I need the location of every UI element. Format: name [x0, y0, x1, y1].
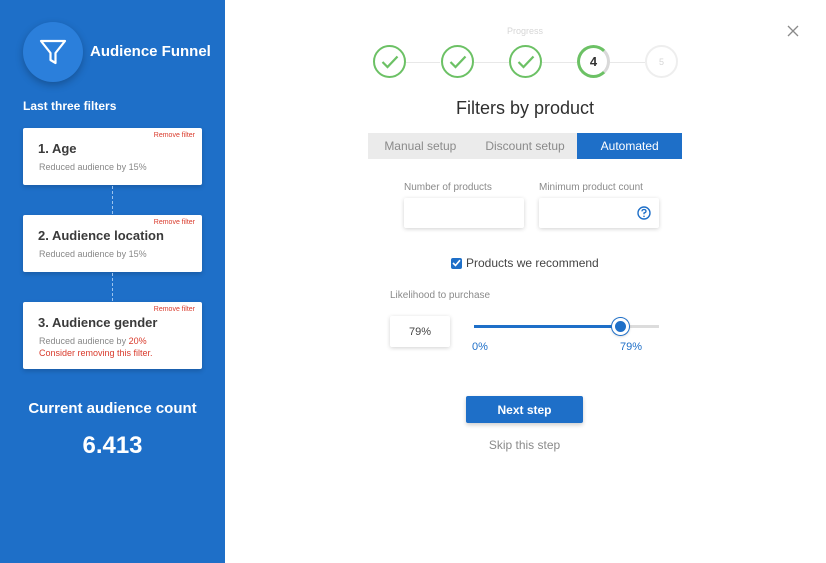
tab-discount-setup[interactable]: Discount setup: [473, 133, 578, 159]
app-title: Audience Funnel: [90, 43, 211, 60]
audience-count-label: Current audience count: [28, 400, 197, 417]
slider-max-label: 79%: [620, 341, 643, 353]
step-connector: [610, 62, 645, 63]
filter-title: 2. Audience location: [38, 228, 164, 243]
slider-min-label: 0%: [472, 341, 488, 353]
remove-filter-link[interactable]: Remove filter: [154, 132, 195, 139]
num-products-input[interactable]: [404, 198, 524, 228]
filter-desc-text: Reduced audience by: [39, 336, 129, 346]
remove-filter-link[interactable]: Remove filter: [154, 219, 195, 226]
skip-step-link[interactable]: Skip this step: [466, 438, 583, 452]
checkmark-icon: [452, 259, 461, 267]
progress-step-4: 4: [577, 45, 610, 78]
filter-desc-percent: 20%: [128, 336, 147, 346]
recommend-checkbox[interactable]: [451, 257, 462, 269]
slider-fill: [474, 325, 621, 328]
num-products-label: Number of products: [404, 182, 492, 193]
step-connector: [406, 62, 440, 63]
filter-description: Reduced audience by 15%: [39, 162, 147, 172]
filter-card-gender: Remove filter 3. Audience gender Reduced…: [23, 302, 202, 369]
progress-step-5: 5: [645, 45, 678, 78]
section-label: Last three filters: [23, 99, 117, 113]
recommend-checkbox-row[interactable]: Products we recommend: [451, 256, 599, 270]
tab-automated[interactable]: Automated: [577, 133, 683, 159]
filter-title: 1. Age: [38, 141, 77, 156]
check-icon: [449, 55, 466, 69]
likelihood-value-input[interactable]: 79%: [390, 316, 450, 347]
help-icon[interactable]: [637, 206, 651, 220]
filter-description: Reduced audience by 15%: [39, 249, 147, 259]
filter-card-age: Remove filter 1. Age Reduced audience by…: [23, 128, 202, 185]
filter-connector: [112, 273, 113, 301]
remove-filter-link[interactable]: Remove filter: [154, 306, 195, 313]
slider-thumb[interactable]: [612, 318, 630, 335]
recommend-checkbox-label: Products we recommend: [466, 256, 599, 270]
setup-tabs: Manual setup Discount setup Automated: [368, 133, 683, 159]
sidebar: Audience Funnel Last three filters Remov…: [0, 0, 225, 563]
step-connector: [542, 62, 577, 63]
filter-description: Reduced audience by 20% Consider removin…: [39, 335, 153, 359]
app-window: Audience Funnel Last three filters Remov…: [0, 0, 826, 563]
filter-connector: [112, 186, 113, 214]
audience-count-value: 6.413: [82, 432, 143, 459]
min-count-label: Minimum product count: [539, 182, 643, 193]
filter-title: 3. Audience gender: [38, 315, 158, 330]
close-icon: [787, 25, 799, 37]
progress-label: Progress: [506, 26, 543, 36]
likelihood-label: Likelihood to purchase: [390, 290, 491, 301]
close-button[interactable]: [786, 24, 800, 38]
step-connector: [474, 62, 509, 63]
progress-step-2: [441, 45, 474, 78]
funnel-icon: [23, 22, 83, 82]
likelihood-slider[interactable]: [474, 318, 659, 335]
tab-manual-setup[interactable]: Manual setup: [368, 133, 473, 159]
check-icon: [381, 55, 398, 69]
progress-step-3: [509, 45, 542, 78]
min-count-input[interactable]: [539, 198, 659, 228]
page-title: Filters by product: [455, 98, 595, 118]
check-icon: [517, 55, 534, 69]
progress-step-1: [373, 45, 406, 78]
filter-warning: Consider removing this filter.: [39, 348, 153, 358]
filter-card-location: Remove filter 2. Audience location Reduc…: [23, 215, 202, 272]
next-step-button[interactable]: Next step: [466, 396, 583, 423]
